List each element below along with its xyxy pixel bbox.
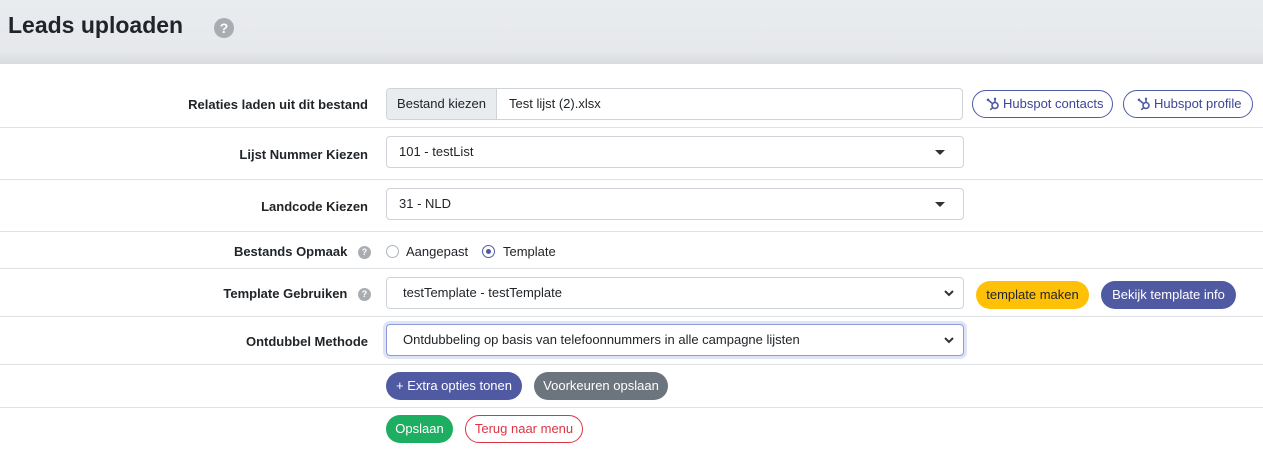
hubspot-profile-button[interactable]: Hubspot profile <box>1123 90 1253 118</box>
help-icon[interactable]: ? <box>358 246 371 260</box>
page-title: Leads uploaden <box>8 12 184 38</box>
file-name: Test lijst (2).xlsx <box>509 96 601 111</box>
help-icon[interactable]: ? <box>358 288 371 302</box>
dedupe-select[interactable]: Ontdubbeling op basis van telefoonnummer… <box>386 324 964 356</box>
list-select[interactable]: 101 - testList <box>386 136 964 168</box>
save-preferences-button[interactable]: Voorkeuren opslaan <box>534 372 668 400</box>
radio-aangepast[interactable] <box>386 245 399 258</box>
page-header: Leads uploaden ? <box>0 0 1263 64</box>
file-label: Relaties laden uit dit bestand <box>188 97 368 112</box>
back-to-menu-button[interactable]: Terug naar menu <box>465 415 583 443</box>
radio-aangepast-label[interactable]: Aangepast <box>406 244 468 259</box>
caret-down-icon <box>935 150 945 155</box>
list-label: Lijst Nummer Kiezen <box>239 147 368 162</box>
template-select[interactable]: testTemplate - testTemplate <box>386 277 964 309</box>
template-label: Template Gebruiken ? <box>223 286 371 302</box>
format-label-text: Bestands Opmaak <box>233 244 348 259</box>
dedupe-select-value: Ontdubbeling op basis van telefoonnummer… <box>403 332 800 347</box>
form-row-format: Bestands Opmaak ? <box>0 232 1263 269</box>
radio-template-label[interactable]: Template <box>503 244 556 259</box>
country-select[interactable]: 31 - NLD <box>386 188 964 220</box>
caret-down-icon <box>935 202 945 207</box>
hubspot-icon <box>1137 97 1150 111</box>
template-select-value: testTemplate - testTemplate <box>403 285 562 300</box>
hubspot-icon <box>986 97 999 111</box>
radio-template[interactable] <box>482 245 495 258</box>
list-select-value: 101 - testList <box>399 144 474 159</box>
chevron-down-icon <box>944 337 954 344</box>
extra-options-button[interactable]: + Extra opties tonen <box>386 372 522 400</box>
country-select-value: 31 - NLD <box>399 196 452 211</box>
save-button[interactable]: Opslaan <box>386 415 453 443</box>
hubspot-profile-label: Hubspot profile <box>1154 96 1242 111</box>
choose-file-button[interactable]: Bestand kiezen <box>387 89 497 119</box>
template-info-button[interactable]: Bekijk template info <box>1101 281 1236 309</box>
file-input[interactable]: Bestand kiezen Test lijst (2).xlsx <box>386 88 963 120</box>
dedupe-label: Ontdubbel Methode <box>245 334 368 349</box>
country-label: Landcode Kiezen <box>261 199 368 214</box>
format-label: Bestands Opmaak ? <box>233 244 371 260</box>
make-template-button[interactable]: template maken <box>976 281 1089 309</box>
hubspot-contacts-label: Hubspot contacts <box>1003 96 1104 111</box>
template-label-text: Template Gebruiken <box>223 286 348 301</box>
help-icon[interactable]: ? <box>214 18 234 38</box>
hubspot-contacts-button[interactable]: Hubspot contacts <box>972 90 1113 118</box>
chevron-down-icon <box>944 290 954 297</box>
